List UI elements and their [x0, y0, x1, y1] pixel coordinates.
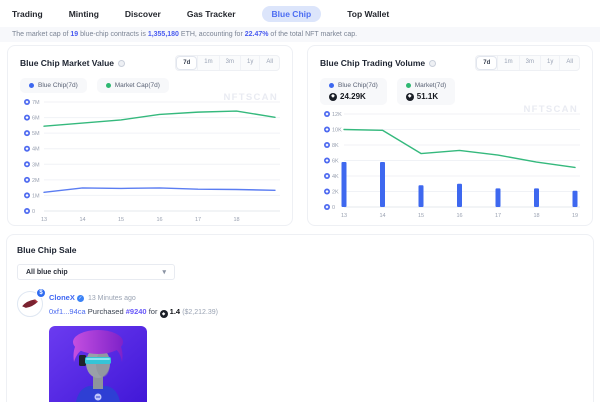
nav-tab-top-wallet[interactable]: Top Wallet: [347, 9, 389, 19]
svg-text:15: 15: [118, 217, 124, 223]
range-all[interactable]: All: [259, 56, 279, 70]
svg-text:16: 16: [456, 213, 462, 219]
legend-blue-chip[interactable]: Blue Chip(7d): [20, 78, 87, 93]
range-all[interactable]: All: [559, 56, 579, 70]
blue-chip-sale-card: Blue Chip Sale All blue chip $ CloneX 13…: [6, 234, 594, 402]
sale-list-item: $ CloneX 13 Minutes ago 0xf1...94ca Purc…: [17, 291, 583, 319]
trading-volume-card: Blue Chip Trading Volume 7d 1m 3m 1y All…: [307, 45, 593, 226]
filter-selected-value: All blue chip: [26, 269, 68, 276]
svg-text:4M: 4M: [32, 147, 40, 153]
eth-icon: [329, 93, 337, 101]
trading-volume-title: Blue Chip Trading Volume: [320, 58, 436, 68]
trading-volume-legend: Blue Chip(7d) 24.29K Market(7d) 51.1K: [308, 74, 592, 107]
svg-text:2M: 2M: [32, 178, 40, 184]
market-cap-eth: 1,355,180: [148, 31, 179, 38]
market-value-plot: NFTSCAN 7M 6M 5M 4M 3M 2M 1M 0 13 14 15 16 17 18: [8, 95, 292, 225]
market-value-card: Blue Chip Market Value 7d 1m 3m 1y All B…: [7, 45, 293, 226]
nav-tab-discover[interactable]: Discover: [125, 9, 161, 19]
svg-text:7M: 7M: [32, 100, 40, 106]
svg-text:3M: 3M: [32, 162, 40, 168]
market-cap-percent: 22.47%: [245, 31, 269, 38]
market-value-chart[interactable]: 7M 6M 5M 4M 3M 2M 1M 0 13 14 15 16 17 18: [18, 97, 282, 223]
market-value-title: Blue Chip Market Value: [20, 58, 125, 68]
blue-chip-volume-value: 24.29K: [340, 92, 366, 101]
range-1y[interactable]: 1y: [240, 56, 259, 70]
svg-text:0: 0: [32, 209, 35, 215]
blue-dot-icon: [29, 83, 34, 88]
chevron-down-icon: [162, 268, 166, 276]
sale-price-usd: ($2,212.39): [182, 309, 218, 316]
market-volume-value: 51.1K: [417, 92, 438, 101]
svg-text:15: 15: [418, 213, 424, 219]
token-id-link[interactable]: #9240: [126, 307, 147, 316]
green-dot-icon: [106, 83, 111, 88]
svg-text:10K: 10K: [332, 128, 342, 134]
svg-text:6M: 6M: [32, 116, 40, 122]
svg-text:19: 19: [572, 213, 578, 219]
trading-volume-chart[interactable]: 12K 10K 8K 6K 4K 2K 0 13 14 15 16 17 18 19: [318, 109, 582, 219]
svg-text:18: 18: [533, 213, 539, 219]
sale-price-eth: 1.4: [170, 307, 180, 316]
svg-text:18: 18: [233, 217, 239, 223]
charts-row: Blue Chip Market Value 7d 1m 3m 1y All B…: [0, 42, 600, 226]
sale-line-1: CloneX 13 Minutes ago: [49, 291, 218, 305]
svg-text:17: 17: [195, 217, 201, 223]
eth-icon: [406, 93, 414, 101]
clonex-avatar-image: [49, 326, 147, 402]
sale-line-2: 0xf1...94ca Purchased #9240 for 1.4 ($2,…: [49, 305, 218, 319]
svg-text:12K: 12K: [332, 112, 342, 118]
nav-tab-trading[interactable]: Trading: [12, 9, 43, 19]
svg-text:13: 13: [341, 213, 347, 219]
svg-text:0: 0: [332, 205, 335, 211]
svg-text:4K: 4K: [332, 174, 339, 180]
svg-text:5M: 5M: [32, 131, 40, 137]
svg-text:8K: 8K: [332, 143, 339, 149]
collection-link[interactable]: CloneX: [49, 293, 75, 302]
top-nav: Trading Minting Discover Gas Tracker Blu…: [0, 0, 600, 27]
nft-thumbnail[interactable]: [49, 326, 147, 402]
nftscan-watermark: NFTSCAN: [524, 104, 579, 115]
svg-text:2K: 2K: [332, 190, 339, 196]
nav-tab-blue-chip[interactable]: Blue Chip: [262, 6, 322, 22]
contract-count: 19: [70, 31, 78, 38]
svg-text:13: 13: [41, 217, 47, 223]
range-1y[interactable]: 1y: [540, 56, 559, 70]
nftscan-watermark: NFTSCAN: [224, 92, 279, 103]
range-selector: 7d 1m 3m 1y All: [175, 55, 280, 71]
svg-text:16: 16: [156, 217, 162, 223]
range-selector: 7d 1m 3m 1y All: [475, 55, 580, 71]
market-cap-summary: The market cap of 19 blue-chip contracts…: [0, 27, 600, 42]
legend-market-volume[interactable]: Market(7d) 51.1K: [397, 78, 455, 105]
info-icon[interactable]: [118, 60, 125, 67]
nav-tab-minting[interactable]: Minting: [69, 9, 99, 19]
dollar-badge-icon: $: [36, 288, 46, 298]
eth-icon: [160, 310, 168, 318]
range-7d[interactable]: 7d: [476, 56, 497, 70]
nav-tab-gas-tracker[interactable]: Gas Tracker: [187, 9, 236, 19]
range-3m[interactable]: 3m: [219, 56, 240, 70]
svg-text:6K: 6K: [332, 159, 339, 165]
sale-card-title: Blue Chip Sale: [17, 245, 583, 255]
svg-text:14: 14: [79, 217, 85, 223]
svg-text:1M: 1M: [32, 193, 40, 199]
blue-dot-icon: [329, 83, 334, 88]
sale-timestamp: 13 Minutes ago: [88, 295, 136, 302]
summary-text: The market cap of: [12, 31, 70, 38]
buyer-address-link[interactable]: 0xf1...94ca: [49, 307, 86, 316]
svg-text:14: 14: [379, 213, 385, 219]
legend-market-cap[interactable]: Market Cap(7d): [97, 78, 169, 93]
range-3m[interactable]: 3m: [519, 56, 540, 70]
trading-volume-plot: NFTSCAN 12K 10K 8K 6K 4K 2K 0 13 14 15 16 17 18 19: [308, 107, 592, 225]
green-dot-icon: [406, 83, 411, 88]
range-7d[interactable]: 7d: [176, 56, 197, 70]
collection-avatar[interactable]: $: [17, 291, 43, 317]
range-1m[interactable]: 1m: [497, 56, 518, 70]
range-1m[interactable]: 1m: [197, 56, 218, 70]
info-icon[interactable]: [429, 60, 436, 67]
blue-chip-filter-dropdown[interactable]: All blue chip: [17, 264, 175, 280]
verified-badge-icon: [77, 295, 84, 302]
svg-text:17: 17: [495, 213, 501, 219]
legend-blue-chip-volume[interactable]: Blue Chip(7d) 24.29K: [320, 78, 387, 105]
